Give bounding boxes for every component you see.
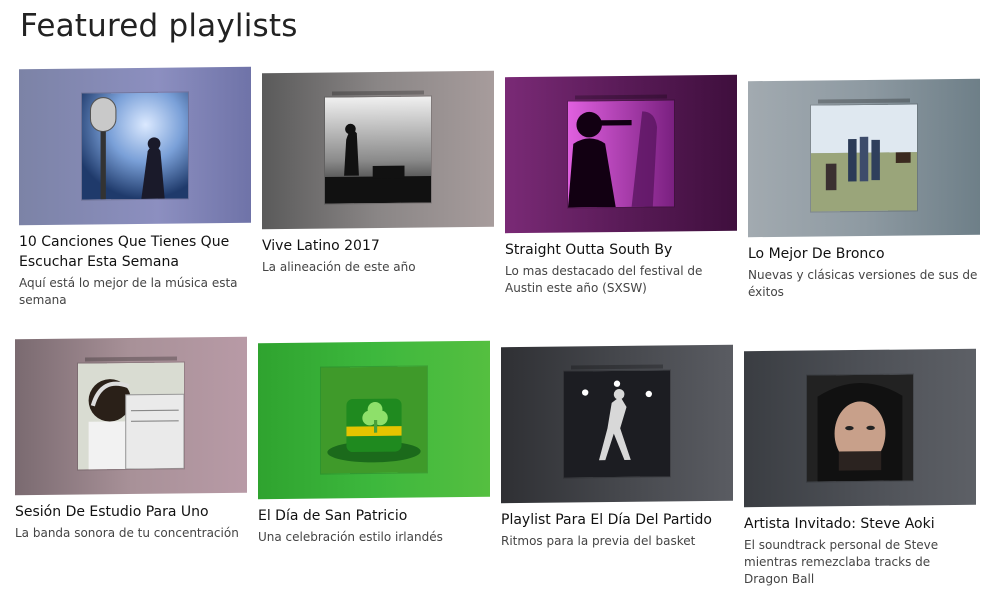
playlist-title[interactable]: Lo Mejor De Bronco (748, 244, 980, 264)
art-shelf (332, 90, 424, 96)
shamrock-hat-art (321, 366, 427, 474)
art-shelf (818, 98, 910, 104)
steve-aoki-portrait-art (807, 374, 913, 482)
playlist-title[interactable]: Playlist Para El Día Del Partido (501, 510, 733, 530)
playlist-description: El soundtrack personal de Steve mientras… (744, 538, 939, 586)
page-title: Featured playlists (20, 8, 298, 44)
playlist-description: La alineación de este año (262, 260, 416, 274)
microphone-concert-art (82, 92, 188, 200)
art-shelf (85, 356, 177, 362)
art-shelf (575, 94, 667, 100)
playlist-tile[interactable] (258, 340, 490, 500)
playlist-title[interactable]: Artista Invitado: Steve Aoki (744, 514, 976, 534)
playlist-title[interactable]: 10 Canciones Que Tienes Que Escuchar Est… (19, 232, 251, 272)
playlist-card[interactable]: El Día de San Patricio Una celebración e… (258, 340, 490, 546)
playlist-title[interactable]: Sesión De Estudio Para Uno (15, 502, 247, 522)
playlist-card[interactable]: Straight Outta South By Lo mas destacado… (505, 74, 737, 297)
playlist-description: Una celebración estilo irlandés (258, 530, 443, 544)
playlist-description: Ritmos para la previa del basket (501, 534, 696, 548)
playlist-title[interactable]: El Día de San Patricio (258, 506, 490, 526)
playlist-description: La banda sonora de tu concentración (15, 526, 239, 540)
playlist-description: Lo mas destacado del festival de Austin … (505, 264, 703, 295)
playlist-card[interactable]: Vive Latino 2017 La alineación de este a… (262, 70, 494, 276)
playlist-tile[interactable] (262, 70, 494, 230)
playlist-card[interactable]: Lo Mejor De Bronco Nuevas y clásicas ver… (748, 78, 980, 301)
playlist-tile[interactable] (748, 78, 980, 238)
band-photo-art (811, 104, 917, 212)
playlist-title[interactable]: Straight Outta South By (505, 240, 737, 260)
concert-stage-art (325, 96, 431, 204)
playlist-card[interactable]: Playlist Para El Día Del Partido Ritmos … (501, 344, 733, 550)
girl-reading-art (78, 362, 184, 470)
playlist-description: Nuevas y clásicas versiones de sus de éx… (748, 268, 978, 299)
art-shelf (571, 364, 663, 370)
playlist-tile[interactable] (19, 66, 251, 226)
playlist-tile[interactable] (744, 348, 976, 508)
playlist-tile[interactable] (15, 336, 247, 496)
singer-silhouette-art (568, 100, 674, 208)
playlist-tile[interactable] (501, 344, 733, 504)
playlist-description: Aquí está lo mejor de la música esta sem… (19, 276, 238, 307)
playlist-card[interactable]: Artista Invitado: Steve Aoki El soundtra… (744, 348, 976, 588)
playlist-title[interactable]: Vive Latino 2017 (262, 236, 494, 256)
basketball-player-art (564, 370, 670, 478)
playlist-card[interactable]: Sesión De Estudio Para Uno La banda sono… (15, 336, 247, 542)
playlist-card[interactable]: 10 Canciones Que Tienes Que Escuchar Est… (19, 66, 251, 309)
playlist-tile[interactable] (505, 74, 737, 234)
